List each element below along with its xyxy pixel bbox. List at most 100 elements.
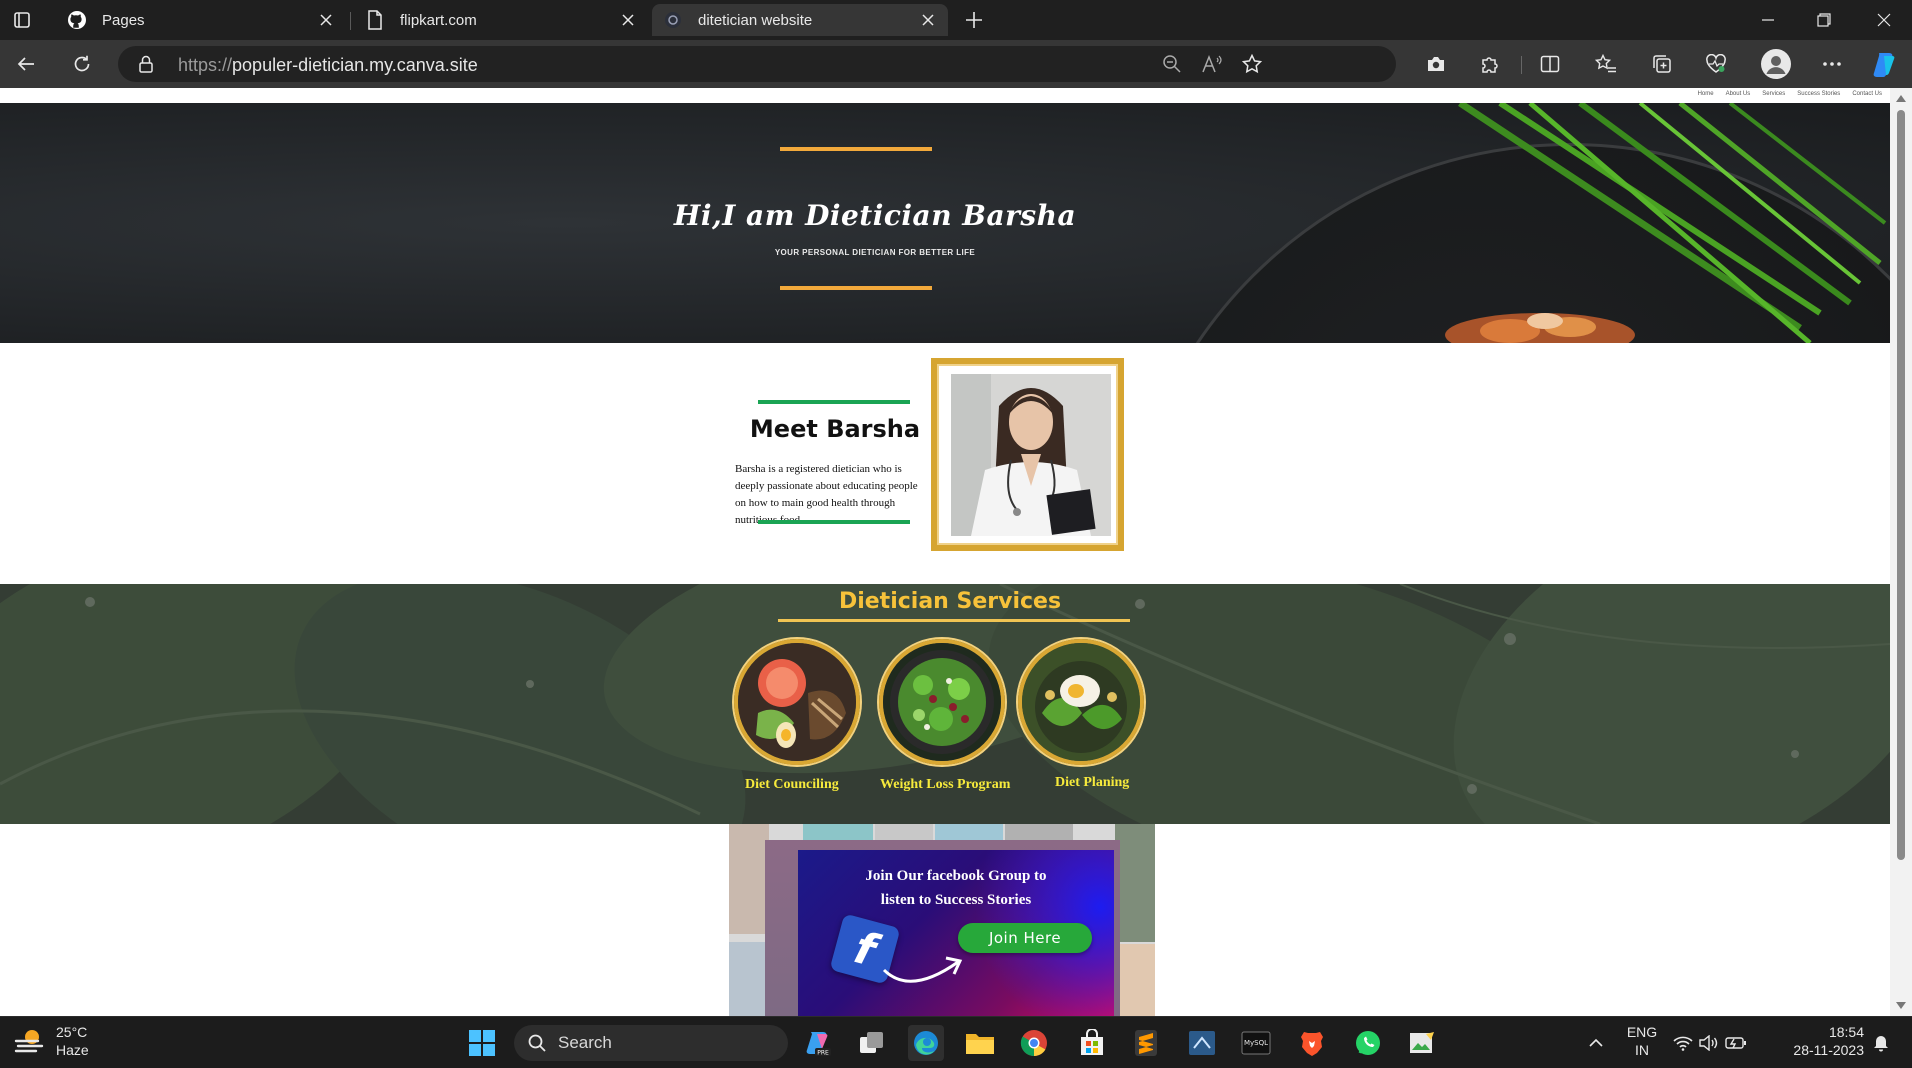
scrollbar-thumb[interactable]: [1897, 110, 1905, 860]
browser-essentials-button[interactable]: [1700, 48, 1732, 80]
lock-icon[interactable]: [138, 55, 154, 73]
extensions-button[interactable]: [1474, 48, 1506, 80]
tab-title: flipkart.com: [400, 11, 477, 29]
tab-flipkart[interactable]: flipkart.com: [354, 4, 648, 36]
restore-icon: [1817, 13, 1831, 27]
favorites-list-icon: [1595, 54, 1616, 73]
service-diet-counciling-label[interactable]: Diet Counciling: [745, 777, 839, 793]
close-tab-icon[interactable]: [618, 10, 638, 30]
nav-home-link[interactable]: Home: [1698, 91, 1714, 97]
story-photo-tile: [1115, 944, 1155, 1016]
scroll-up-icon[interactable]: [1896, 94, 1906, 102]
sublime-button[interactable]: [1128, 1025, 1164, 1061]
dietician-photo-frame: [931, 358, 1124, 551]
favorites-button[interactable]: [1590, 48, 1622, 80]
search-label: Search: [558, 1033, 612, 1052]
weather-widget[interactable]: 25°C Haze: [14, 1023, 89, 1059]
tab-pages[interactable]: Pages: [56, 4, 346, 36]
weather-description: Haze: [56, 1042, 89, 1058]
close-tab-icon[interactable]: [316, 10, 336, 30]
refresh-button[interactable]: [66, 48, 98, 80]
close-window-button[interactable]: [1856, 0, 1912, 40]
close-icon: [1877, 13, 1891, 27]
tab-strip: Pages flipkart.com ditetician website: [0, 0, 1912, 40]
notifications-button[interactable]: [1866, 1025, 1896, 1061]
heart-pulse-icon: [1706, 54, 1726, 73]
zoom-button[interactable]: [1156, 48, 1188, 80]
store-icon: [1081, 1029, 1103, 1055]
whatsapp-button[interactable]: [1350, 1025, 1386, 1061]
chrome-button[interactable]: [1016, 1025, 1052, 1061]
toolbar-separator: [1521, 56, 1522, 74]
minimize-button[interactable]: [1740, 0, 1796, 40]
canva-icon: [662, 9, 684, 31]
tab-ditetician-website[interactable]: ditetician website: [652, 4, 948, 36]
svg-text:MySQL: MySQL: [1244, 1039, 1268, 1047]
page-scrollbar[interactable]: [1890, 88, 1912, 1016]
nav-services-link[interactable]: Services: [1762, 91, 1785, 97]
tab-separator: [350, 12, 351, 30]
nav-success-stories-link[interactable]: Success Stories: [1797, 91, 1840, 97]
task-view-button[interactable]: [854, 1025, 890, 1061]
vscode-button[interactable]: [1184, 1025, 1220, 1061]
taskbar-search[interactable]: Search: [514, 1025, 788, 1061]
clock-time: 18:54: [1828, 1024, 1864, 1040]
restore-button[interactable]: [1796, 0, 1852, 40]
address-bar[interactable]: https://populer-dietician.my.canva.site: [118, 46, 1396, 82]
edge-taskbar-button[interactable]: [908, 1025, 944, 1061]
service-weight-loss-image[interactable]: [879, 639, 1005, 765]
facebook-heading-line2: listen to Success Stories: [880, 892, 1032, 908]
brave-button[interactable]: [1294, 1025, 1330, 1061]
quick-settings-button[interactable]: [1670, 1025, 1750, 1061]
profile-button[interactable]: [1760, 48, 1792, 80]
chrome-icon: [1020, 1030, 1047, 1057]
back-button[interactable]: [10, 48, 42, 80]
copilot-taskbar-button[interactable]: PRE: [800, 1025, 836, 1061]
star-icon: [1242, 54, 1262, 74]
language-indicator[interactable]: ENG IN: [1620, 1023, 1664, 1059]
nav-about-link[interactable]: About Us: [1726, 91, 1751, 97]
copilot-button[interactable]: [1868, 48, 1900, 80]
new-tab-button[interactable]: [954, 0, 994, 40]
browser-toolbar: https://populer-dietician.my.canva.site: [0, 40, 1912, 88]
tab-actions-button[interactable]: [0, 0, 44, 40]
minimize-icon: [1762, 19, 1774, 21]
join-here-button[interactable]: Join Here: [958, 923, 1092, 953]
site-nav: Home About Us Services Success Stories C…: [1698, 91, 1882, 97]
show-hidden-icons-button[interactable]: [1578, 1025, 1614, 1061]
photo-editor-button[interactable]: [1404, 1025, 1440, 1061]
split-screen-button[interactable]: [1534, 48, 1566, 80]
github-icon: [66, 9, 88, 31]
read-aloud-button[interactable]: [1196, 48, 1228, 80]
start-button[interactable]: [464, 1025, 500, 1061]
favorite-button[interactable]: [1236, 48, 1268, 80]
story-photo-tile: [729, 824, 769, 934]
facebook-banner: Join Our facebook Group to listen to Suc…: [798, 850, 1114, 1016]
scroll-down-icon[interactable]: [1896, 1002, 1906, 1010]
story-photo-tile: [1115, 824, 1155, 942]
haze-weather-icon: [14, 1030, 44, 1053]
screenshot-button[interactable]: [1420, 48, 1452, 80]
language-line1: ENG: [1626, 1024, 1658, 1040]
service-weight-loss-label[interactable]: Weight Loss Program: [880, 777, 1010, 793]
back-arrow-icon: [17, 57, 34, 71]
clock[interactable]: 18:54 28-11-2023: [1774, 1023, 1864, 1059]
mysql-button[interactable]: MySQL: [1238, 1025, 1274, 1061]
url-host: populer-dietician.my.canva.site: [232, 55, 478, 75]
close-tab-icon[interactable]: [918, 10, 938, 30]
svg-text:PRE: PRE: [817, 1050, 829, 1057]
battery-icon: [1725, 1037, 1746, 1049]
store-button[interactable]: [1074, 1025, 1110, 1061]
settings-menu-button[interactable]: [1816, 48, 1848, 80]
dietician-photo: [951, 374, 1111, 536]
wifi-icon: [1673, 1036, 1693, 1051]
language-line2: IN: [1635, 1042, 1649, 1058]
collections-button[interactable]: [1646, 48, 1678, 80]
service-diet-counciling-image[interactable]: [734, 639, 860, 765]
service-diet-planing-label[interactable]: Diet Planing: [1055, 775, 1129, 791]
file-explorer-button[interactable]: [962, 1025, 998, 1061]
url-text: https://populer-dietician.my.canva.site: [178, 55, 478, 76]
service-diet-planing-image[interactable]: [1018, 639, 1144, 765]
nav-contact-link[interactable]: Contact Us: [1852, 91, 1882, 97]
tab-title: ditetician website: [698, 11, 813, 29]
